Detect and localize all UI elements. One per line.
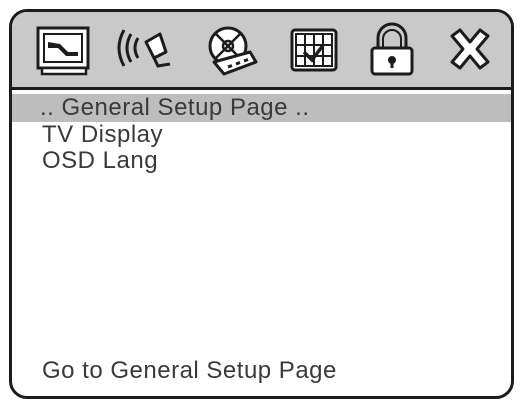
exit-setup-icon[interactable] <box>440 22 500 78</box>
setup-menu-window: .. General Setup Page .. TV Display OSD … <box>9 9 514 399</box>
password-setup-icon[interactable] <box>362 22 422 78</box>
status-text: Go to General Setup Page <box>42 357 337 384</box>
menu-item-osd-lang[interactable]: OSD Lang <box>42 148 158 174</box>
setup-icon-bar <box>12 12 511 90</box>
menu-item-tv-display[interactable]: TV Display <box>42 122 163 148</box>
preference-setup-icon[interactable] <box>284 22 344 78</box>
general-setup-icon[interactable] <box>34 22 94 78</box>
video-setup-icon[interactable] <box>200 22 260 78</box>
audio-setup-icon[interactable] <box>116 22 176 78</box>
page-title: .. General Setup Page .. <box>40 94 310 121</box>
page-title-bar: .. General Setup Page .. <box>12 94 511 122</box>
